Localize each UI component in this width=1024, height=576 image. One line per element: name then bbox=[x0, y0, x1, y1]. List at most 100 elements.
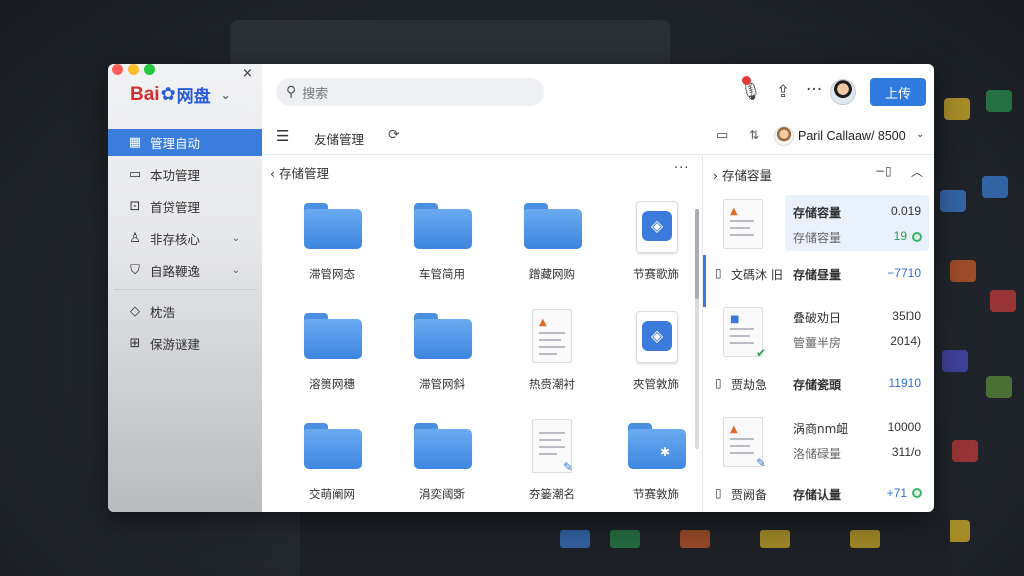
sidebar-item-label: 本功管理 bbox=[150, 168, 201, 183]
folder-icon[interactable]: ▭ bbox=[716, 128, 728, 143]
stat-value: 2014) bbox=[890, 334, 921, 348]
file-name[interactable]: 贾阙备 bbox=[731, 486, 767, 503]
avatar[interactable] bbox=[830, 79, 856, 105]
user-avatar[interactable] bbox=[774, 126, 794, 146]
sidebar-item-3[interactable]: ♙ 非存核心 ⌄ bbox=[108, 225, 262, 252]
paw-icon: ✿ bbox=[160, 84, 176, 105]
panel-toggle-icon[interactable]: −▯ bbox=[875, 164, 892, 178]
file-item[interactable]: 涓奕阈斲 bbox=[392, 415, 492, 511]
sort-icon[interactable]: ⇅ bbox=[749, 128, 759, 142]
folder-icon: ✱ bbox=[628, 423, 686, 469]
stat-value: 0.019 bbox=[890, 204, 921, 218]
top-bar: ⚲ 搜索 🎙 ⇪ ··· 上传 bbox=[262, 64, 934, 119]
more-icon[interactable]: ··· bbox=[806, 80, 822, 100]
upload-button[interactable]: 上传 bbox=[870, 78, 926, 106]
file-item[interactable]: ✱ 节赛敦斾 bbox=[606, 415, 706, 511]
document-thumbnail: ▲ bbox=[723, 199, 763, 249]
sidebar-item-6[interactable]: ⊞ 保游谜建 bbox=[108, 330, 262, 357]
panel-title-label: 存储容量 bbox=[721, 168, 772, 183]
microphone-icon[interactable]: 🎙 bbox=[740, 82, 762, 102]
chevron-right-icon[interactable]: › bbox=[713, 168, 722, 183]
stat-label: 存储认量 bbox=[793, 488, 842, 502]
expand-icon[interactable]: ⌄ bbox=[232, 265, 240, 276]
document-thumbnail: ■ ✔ bbox=[723, 307, 766, 360]
sidebar-item-label: 首贷管理 bbox=[150, 200, 201, 215]
sidebar-item-0[interactable]: ▦ 管理自动 bbox=[108, 129, 262, 156]
background-key bbox=[850, 530, 880, 548]
breadcrumb[interactable]: ‹ 存储管理 bbox=[270, 163, 329, 182]
background-key bbox=[560, 530, 590, 548]
file-item[interactable]: ◈ 节赛歌斾 bbox=[606, 195, 706, 291]
file-name[interactable]: 贾劫急 bbox=[731, 376, 767, 393]
chevron-up-icon[interactable]: ︿ bbox=[911, 163, 923, 180]
minimize-dot[interactable] bbox=[128, 64, 139, 75]
file-browser: ‹ 存储管理 ··· 滞管网态 车管简用 蹭藏网购 ◈ 节赛歌斾 溶篑网穗 滞管… bbox=[262, 155, 700, 512]
scrollbar-thumb[interactable] bbox=[695, 209, 699, 299]
expand-icon[interactable]: ⌄ bbox=[232, 233, 240, 244]
grid-icon: ▦ bbox=[128, 135, 142, 150]
file-item[interactable]: 交萌阐网 bbox=[282, 415, 382, 511]
file-label: 滞管网斜 bbox=[419, 377, 465, 391]
stat-label: 管薑半房 bbox=[793, 336, 842, 350]
more-icon[interactable]: ··· bbox=[674, 161, 689, 176]
search-input[interactable]: ⚲ 搜索 bbox=[276, 78, 544, 106]
file-item[interactable]: ✎ 夯篓潮名 bbox=[502, 415, 602, 511]
panel-title[interactable]: › 存储容量 bbox=[713, 165, 772, 184]
status-dot-icon bbox=[912, 488, 922, 498]
selection-accent bbox=[703, 255, 706, 307]
file-label: 蹭藏网购 bbox=[529, 267, 575, 281]
document-thumbnail: ▲ ✎ bbox=[723, 417, 766, 470]
sidebar-item-5[interactable]: ◇ 枕浩 bbox=[108, 298, 262, 325]
stat-label: 洛储碌量 bbox=[793, 447, 842, 461]
sidebar-item-4[interactable]: ⛉ 自路鞭逸 ⌄ bbox=[108, 257, 262, 284]
menu-icon[interactable]: ☰ bbox=[276, 127, 289, 145]
close-dot[interactable] bbox=[112, 64, 123, 75]
file-label: 节赛歌斾 bbox=[633, 267, 679, 281]
file-item[interactable]: 溶篑网穗 bbox=[282, 305, 382, 401]
refresh-icon[interactable]: ⟳ bbox=[388, 127, 400, 143]
logo-cn: 网盘 bbox=[176, 87, 211, 107]
file-item[interactable]: 滞管网斜 bbox=[392, 305, 492, 401]
background-key bbox=[760, 530, 790, 548]
folder-icon: ▭ bbox=[128, 167, 142, 182]
back-icon[interactable]: ‹ bbox=[270, 166, 279, 181]
stat-label: 存储昼量 bbox=[793, 268, 842, 282]
file-icon: ▯ bbox=[715, 376, 722, 390]
sidebar-nav: ▦ 管理自动 ▭ 本功管理 ⊡ 首贷管理 ♙ 非存核心 ⌄ ⛉ 自路鞭逸 ⌄ ◇… bbox=[108, 129, 262, 362]
notification-badge bbox=[742, 76, 751, 85]
stat-value: 11910 bbox=[888, 376, 921, 390]
toolbar: ☰ 友储管理 ⟳ ▭ ⇅ Paril Callaaw/ 8500 ⌄ bbox=[262, 119, 934, 155]
file-icon: ▯ bbox=[715, 486, 722, 500]
zoom-dot[interactable] bbox=[144, 64, 155, 75]
user-name[interactable]: Paril Callaaw/ 8500 bbox=[798, 129, 906, 143]
file-label: 夾管敦斾 bbox=[633, 377, 679, 391]
sidebar-item-label: 枕浩 bbox=[150, 305, 176, 320]
toolbar-title: 友储管理 bbox=[314, 132, 365, 147]
sidebar-item-label: 管理自动 bbox=[150, 136, 201, 151]
file-item[interactable]: 滞管网态 bbox=[282, 195, 382, 291]
file-label: 热赍潮衬 bbox=[529, 377, 575, 391]
file-label: 滞管网态 bbox=[309, 267, 355, 281]
transfer-icon[interactable]: ⇪ bbox=[776, 82, 790, 102]
file-name[interactable]: 文碼沐 旧 bbox=[731, 266, 783, 283]
sidebar-item-2[interactable]: ⊡ 首贷管理 bbox=[108, 193, 262, 220]
file-item[interactable]: 蹭藏网购 bbox=[502, 195, 602, 291]
stat-value: 10000 bbox=[887, 420, 921, 434]
chevron-down-icon[interactable]: ⌄ bbox=[221, 88, 231, 102]
app-file-icon: ◈ bbox=[636, 201, 678, 253]
app-logo[interactable]: Bai ✿ 网盘 ⌄ bbox=[130, 82, 231, 108]
close-icon[interactable]: × bbox=[242, 66, 253, 81]
file-item[interactable]: 车管简用 bbox=[392, 195, 492, 291]
stat-value: 19 bbox=[893, 229, 907, 243]
stat-value: +71 bbox=[886, 486, 907, 500]
sidebar-item-1[interactable]: ▭ 本功管理 bbox=[108, 161, 262, 188]
file-item[interactable]: ▲ 热赍潮衬 bbox=[502, 305, 602, 401]
user-icon: ♙ bbox=[129, 231, 141, 246]
stat-label: 涡商nm衄 bbox=[793, 422, 849, 436]
file-item[interactable]: ◈ 夾管敦斾 bbox=[606, 305, 706, 401]
bag-icon: ⛉ bbox=[130, 263, 140, 278]
stat-label: 存储瓷頭 bbox=[793, 378, 842, 392]
stat-label: 叠破劝日 bbox=[793, 311, 842, 325]
sidebar-item-label: 自路鞭逸 bbox=[150, 264, 201, 279]
chevron-down-icon[interactable]: ⌄ bbox=[916, 129, 924, 140]
